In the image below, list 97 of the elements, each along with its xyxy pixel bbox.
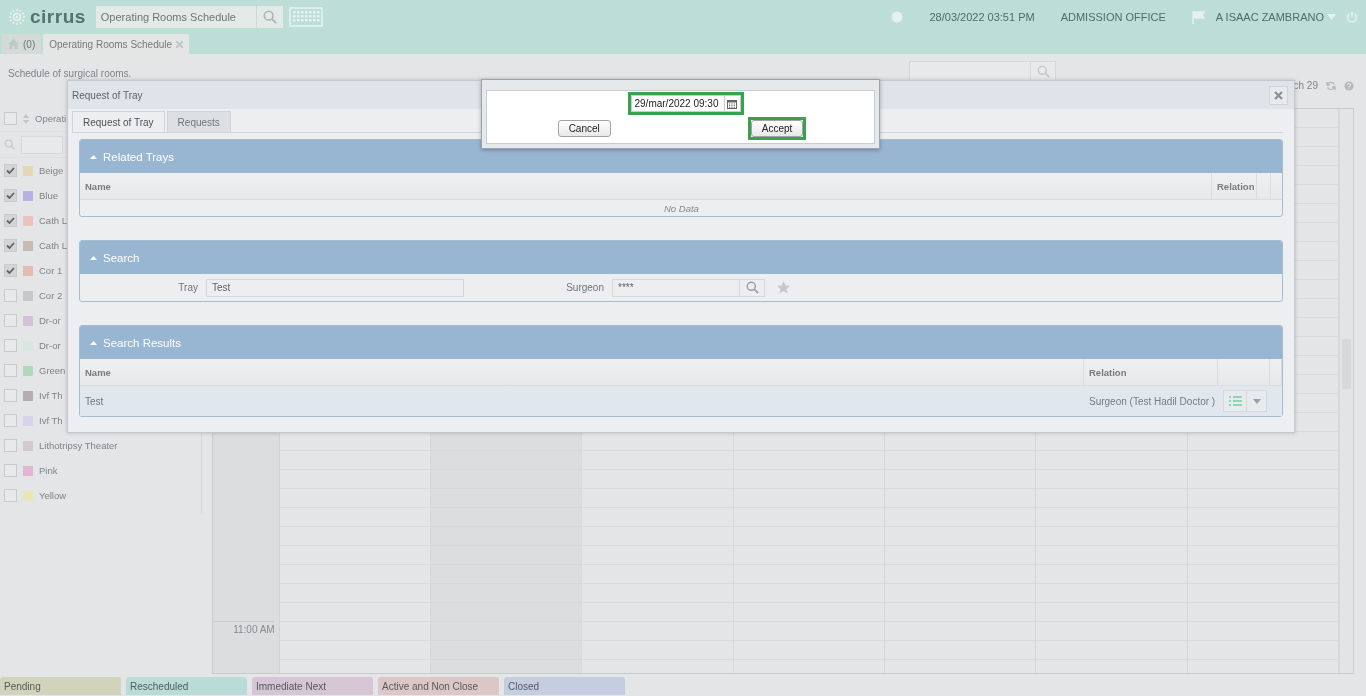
room-name[interactable]: Dr-or <box>39 315 61 326</box>
dropdown-button[interactable] <box>1246 391 1266 411</box>
room-name[interactable]: Dr-or <box>39 340 61 351</box>
checkbox[interactable] <box>4 239 17 252</box>
room-name[interactable]: Cor 1 <box>39 265 63 276</box>
column-header: Name <box>80 359 1084 385</box>
checkbox[interactable] <box>4 314 17 327</box>
checkbox[interactable] <box>4 364 17 377</box>
checkbox[interactable] <box>4 439 17 452</box>
page-description: Schedule of surgical rooms. <box>8 68 132 79</box>
lookup-field[interactable]: **** <box>612 278 765 297</box>
checkbox[interactable] <box>4 214 17 227</box>
field-label: Surgeon <box>565 282 604 293</box>
empty-message: No Data <box>664 202 699 214</box>
scrollbar[interactable] <box>1339 109 1353 673</box>
collapse-icon[interactable] <box>90 154 97 159</box>
search-icon <box>745 281 759 294</box>
page-tab[interactable]: Operating Rooms Schedule <box>43 34 190 54</box>
panel-header[interactable]: Related Trays <box>80 140 1282 173</box>
close-icon <box>1274 90 1283 100</box>
checkbox[interactable] <box>4 339 17 352</box>
check-icon <box>6 242 15 249</box>
status-legend-chip: Active and Non Close <box>378 677 499 695</box>
column-header: Name <box>80 173 1212 199</box>
checkbox[interactable] <box>4 489 17 502</box>
room-name[interactable]: Blue <box>39 190 58 201</box>
snowflake-icon <box>8 8 26 26</box>
check-icon <box>6 267 15 274</box>
check-icon <box>6 167 15 174</box>
table-cell-text: Test <box>84 394 105 409</box>
input-field[interactable]: Test <box>206 278 464 297</box>
checkbox[interactable] <box>4 414 17 427</box>
date-field[interactable]: 29/mar/2022 09:30 <box>630 95 724 112</box>
calendar-icon <box>727 98 737 109</box>
status-legend-chip: Pending <box>0 677 121 695</box>
search-icon <box>262 10 277 24</box>
search-icon <box>4 139 15 150</box>
status-legend-chip: Rescheduled <box>126 677 247 695</box>
room-name[interactable]: Lithotripsy Theater <box>39 440 118 451</box>
checkbox[interactable] <box>4 112 17 125</box>
room-name[interactable]: Ivf Th <box>39 415 63 426</box>
search-field[interactable]: Operating Rooms Schedule <box>95 6 256 28</box>
column-header: Relation <box>1084 359 1218 385</box>
dialog-title: Request of Tray <box>72 89 143 101</box>
field-label: Tray <box>177 282 198 293</box>
refresh-icon[interactable] <box>1326 80 1336 91</box>
room-name[interactable]: Beige <box>39 165 64 176</box>
date-time: 28/03/2022 03:51 PM <box>929 11 1035 23</box>
room-name[interactable]: Ivf Th <box>39 390 63 401</box>
flag-icon[interactable] <box>1191 10 1206 24</box>
sort-icon[interactable] <box>23 113 29 124</box>
room-name[interactable]: Cath L <box>39 240 67 251</box>
status-legend-chip: Closed <box>504 677 625 695</box>
list-icon <box>1228 396 1242 406</box>
list-button[interactable] <box>1224 391 1246 411</box>
close-icon[interactable] <box>176 40 184 48</box>
accept-button[interactable]: Accept <box>750 120 804 137</box>
check-icon <box>6 192 15 199</box>
table-cell-text: Surgeon (Test Hadil Doctor ) <box>1088 394 1217 409</box>
collapse-icon[interactable] <box>90 255 97 260</box>
checkbox[interactable] <box>4 164 17 177</box>
time-label: 11:00 AM <box>212 621 275 635</box>
tab[interactable]: Requests <box>166 111 231 132</box>
office-label[interactable]: ADMISSION OFFICE <box>1060 11 1166 23</box>
star-icon[interactable] <box>777 281 790 294</box>
column-header: Relation <box>1212 173 1257 199</box>
panel-header[interactable]: Search <box>80 241 1282 274</box>
search-button[interactable] <box>255 6 283 28</box>
help-icon[interactable] <box>1344 80 1354 91</box>
tab[interactable]: Request of Tray <box>72 111 165 132</box>
close-button[interactable] <box>1269 85 1288 105</box>
collapse-icon[interactable] <box>90 340 97 345</box>
calendar-button[interactable] <box>723 95 741 112</box>
checkbox[interactable] <box>4 189 17 202</box>
power-icon[interactable] <box>1346 11 1358 23</box>
keyboard-icon[interactable] <box>288 7 323 27</box>
panel-header[interactable]: Search Results <box>80 326 1282 359</box>
checkbox[interactable] <box>4 289 17 302</box>
status-legend-chip: Immediate Next <box>252 677 373 695</box>
home-tab[interactable]: (0) <box>2 34 42 54</box>
column-header[interactable]: Operati <box>35 113 67 124</box>
room-name[interactable]: Green <box>39 365 66 376</box>
room-name[interactable]: Cath L <box>39 215 67 226</box>
checkbox[interactable] <box>4 464 17 477</box>
search-icon <box>1036 64 1050 78</box>
caret-icon[interactable] <box>1327 14 1336 20</box>
room-name[interactable]: Cor 2 <box>39 290 63 301</box>
cancel-button[interactable]: Cancel <box>557 120 611 137</box>
user-menu[interactable]: A ISAAC ZAMBRANO <box>1215 11 1324 23</box>
check-icon <box>6 217 15 224</box>
caret-down-icon <box>1252 398 1261 404</box>
room-name[interactable]: Pink <box>39 465 58 476</box>
checkbox[interactable] <box>4 389 17 402</box>
logo-text: cirrus <box>30 6 86 28</box>
checkbox[interactable] <box>4 264 17 277</box>
room-name[interactable]: Yellow <box>39 490 67 501</box>
search-field[interactable] <box>909 61 1056 81</box>
